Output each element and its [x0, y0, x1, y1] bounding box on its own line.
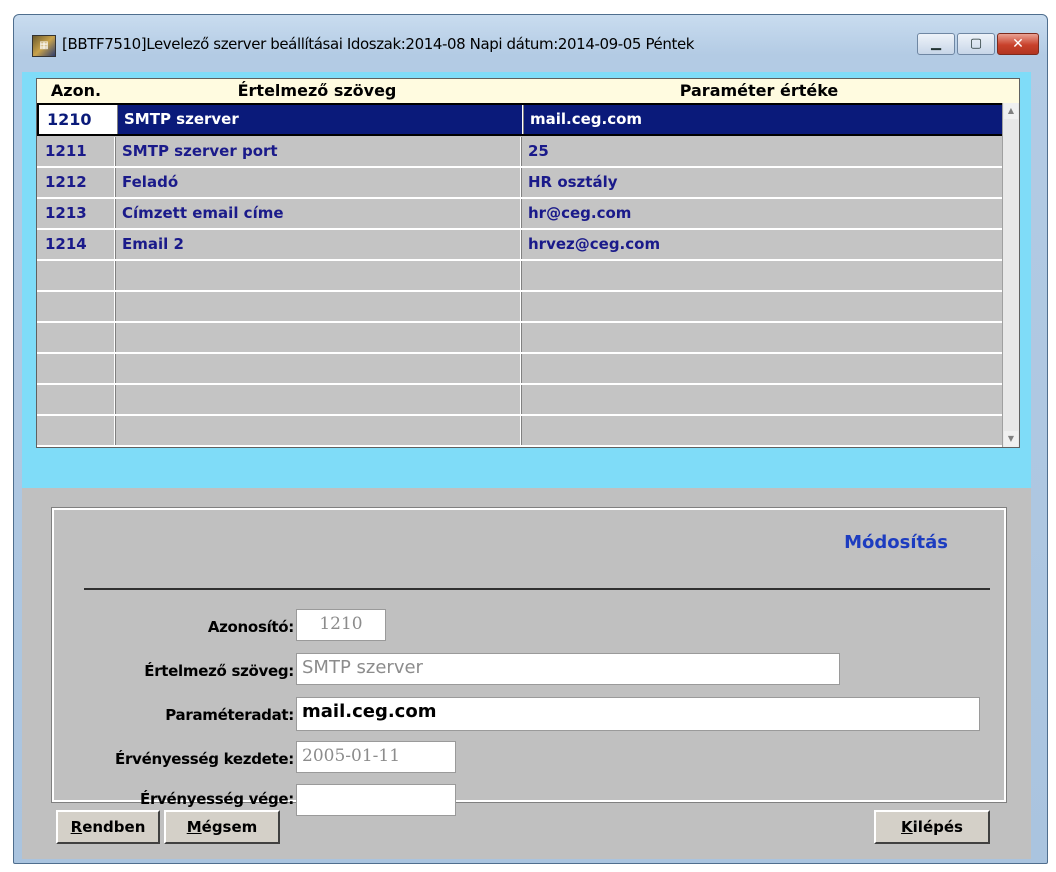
app-icon[interactable]: ▦ — [32, 35, 56, 57]
maximize-button[interactable]: ▢ — [957, 33, 995, 55]
valid-to-input[interactable] — [296, 784, 456, 816]
parameter-grid[interactable]: Azon. Értelmező szöveg Paraméter értéke … — [36, 78, 1020, 448]
ok-button[interactable]: Rendben — [56, 810, 160, 844]
column-header-id[interactable]: Azon. — [37, 80, 115, 102]
window-controls: ▁ ▢ ✕ — [917, 33, 1039, 57]
cell-value — [521, 385, 1005, 414]
cell-desc — [115, 292, 521, 321]
cell-desc — [115, 323, 521, 352]
cell-id: 1210 — [39, 105, 117, 134]
cell-value: mail.ceg.com — [523, 105, 1007, 134]
exit-button[interactable]: Kilépés — [874, 810, 990, 844]
table-row-empty[interactable] — [37, 292, 1005, 323]
cell-desc: SMTP szerver — [117, 105, 523, 134]
table-row[interactable]: 1213 Címzett email címe hr@ceg.com — [37, 199, 1005, 230]
cell-desc: Email 2 — [115, 230, 521, 259]
cell-id — [37, 385, 115, 414]
maximize-icon: ▢ — [969, 36, 983, 51]
cell-desc — [115, 416, 521, 445]
cell-value — [521, 416, 1005, 445]
desc-label: Értelmező szöveg: — [144, 662, 294, 680]
valid-to-label: Érvényesség vége: — [140, 790, 294, 808]
cell-id — [37, 354, 115, 383]
table-row-empty[interactable] — [37, 385, 1005, 416]
close-button[interactable]: ✕ — [997, 33, 1039, 55]
window-title: [BBTF7510]Levelező szerver beállításai I… — [62, 35, 695, 53]
scroll-down-icon[interactable]: ▼ — [1004, 431, 1018, 447]
id-label: Azonosító: — [207, 618, 294, 636]
cell-value: 25 — [521, 137, 1005, 166]
table-row[interactable]: 1211 SMTP szerver port 25 — [37, 137, 1005, 168]
client-area: Azon. Értelmező szöveg Paraméter értéke … — [22, 72, 1031, 859]
cell-value: hr@ceg.com — [521, 199, 1005, 228]
cell-id: 1211 — [37, 137, 115, 166]
param-input[interactable]: mail.ceg.com — [296, 697, 980, 731]
cell-desc: Feladó — [115, 168, 521, 197]
grid-band: Azon. Értelmező szöveg Paraméter értéke … — [22, 72, 1031, 488]
cell-desc: Címzett email címe — [115, 199, 521, 228]
cell-id: 1213 — [37, 199, 115, 228]
divider — [84, 588, 990, 590]
table-row-empty[interactable] — [37, 261, 1005, 292]
cell-value — [521, 292, 1005, 321]
column-header-desc[interactable]: Értelmező szöveg — [117, 80, 517, 102]
valid-from-label: Érvényesség kezdete: — [115, 750, 294, 768]
table-row[interactable]: 1214 Email 2 hrvez@ceg.com — [37, 230, 1005, 261]
table-row[interactable]: 1212 Feladó HR osztály — [37, 168, 1005, 199]
cell-id — [37, 292, 115, 321]
table-row-empty[interactable] — [37, 416, 1005, 447]
id-field: 1210 — [296, 609, 386, 641]
table-row[interactable]: 1210 SMTP szerver mail.ceg.com — [37, 103, 1007, 136]
minimize-icon: ▁ — [931, 36, 941, 51]
title-bar[interactable]: ▦ [BBTF7510]Levelező szerver beállításai… — [14, 15, 1047, 59]
cell-value: hrvez@ceg.com — [521, 230, 1005, 259]
cell-value — [521, 354, 1005, 383]
grid-header: Azon. Értelmező szöveg Paraméter értéke — [37, 79, 1019, 104]
cell-id — [37, 323, 115, 352]
cell-id: 1212 — [37, 168, 115, 197]
cell-id — [37, 261, 115, 290]
cell-id: 1214 — [37, 230, 115, 259]
cell-desc — [115, 354, 521, 383]
valid-from-field: 2005-01-11 — [296, 741, 456, 773]
param-label: Paraméteradat: — [165, 706, 294, 724]
cell-value — [521, 261, 1005, 290]
cell-value: HR osztály — [521, 168, 1005, 197]
minimize-button[interactable]: ▁ — [917, 33, 955, 55]
cell-desc: SMTP szerver port — [115, 137, 521, 166]
edit-panel: Módosítás Azonosító: 1210 Értelmező szöv… — [51, 507, 1007, 816]
cell-desc — [115, 261, 521, 290]
vertical-scrollbar[interactable]: ▲ ▼ — [1002, 103, 1019, 447]
desc-field: SMTP szerver — [296, 653, 840, 685]
table-row-empty[interactable] — [37, 354, 1005, 385]
column-header-value[interactable]: Paraméter értéke — [521, 80, 997, 102]
scroll-up-icon[interactable]: ▲ — [1004, 103, 1018, 119]
close-icon: ✕ — [1012, 36, 1024, 52]
cell-value — [521, 323, 1005, 352]
cell-desc — [115, 385, 521, 414]
cancel-button[interactable]: Mégsem — [164, 810, 280, 844]
table-row-empty[interactable] — [37, 323, 1005, 354]
cell-id — [37, 416, 115, 445]
mode-title: Módosítás — [844, 532, 948, 553]
